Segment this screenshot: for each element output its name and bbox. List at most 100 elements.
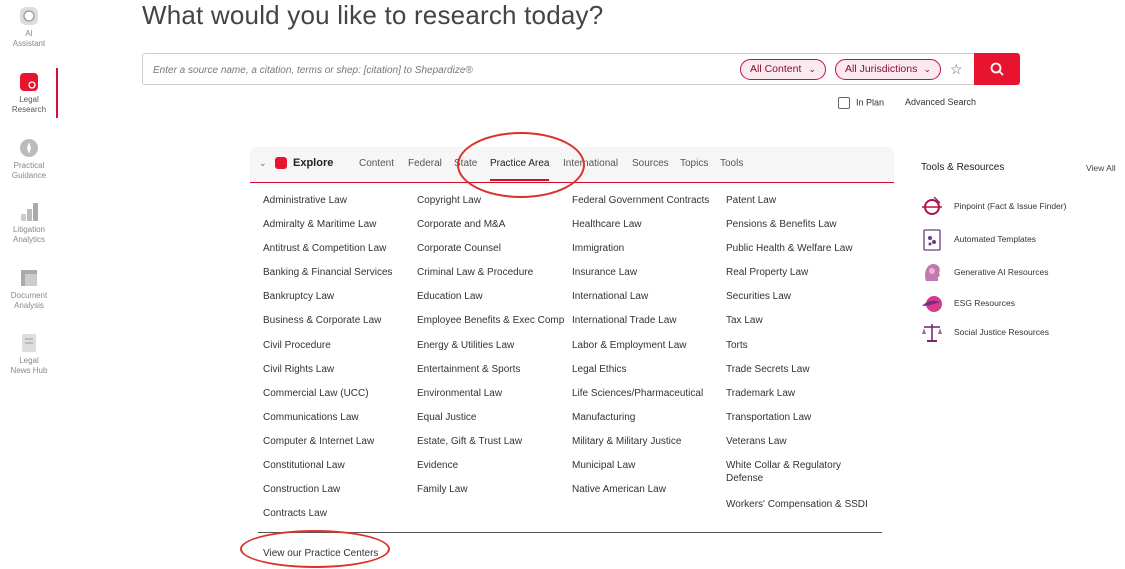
practice-area-link[interactable]: Contracts Law	[263, 507, 411, 531]
view-all-link[interactable]: View All	[1086, 163, 1116, 173]
search-button[interactable]	[974, 53, 1020, 85]
tab-international[interactable]: International	[563, 158, 618, 169]
practice-area-link[interactable]: Transportation Law	[726, 411, 874, 435]
practice-area-link[interactable]: International Law	[572, 290, 720, 314]
practice-area-link[interactable]: Civil Rights Law	[263, 363, 411, 387]
practice-area-link[interactable]: Constitutional Law	[263, 459, 411, 483]
practice-area-link[interactable]: Antitrust & Competition Law	[263, 242, 411, 266]
practice-area-link[interactable]: Communications Law	[263, 411, 411, 435]
practice-area-link[interactable]: Trademark Law	[726, 387, 874, 411]
practice-area-link[interactable]: Energy & Utilities Law	[417, 339, 565, 363]
chevron-down-icon: ⌄	[923, 64, 931, 74]
tool-label: Automated Templates	[954, 234, 1037, 244]
practice-area-link[interactable]: Environmental Law	[417, 387, 565, 411]
practice-area-link[interactable]: Insurance Law	[572, 266, 720, 290]
tab-practice-area[interactable]: Practice Area	[490, 158, 550, 181]
practice-area-link[interactable]: Public Health & Welfare Law	[726, 242, 874, 266]
tool-label: Social Justice Resources	[954, 327, 1049, 337]
rail-item-practical-guidance[interactable]: Practical Guidance	[0, 138, 58, 181]
practice-area-link[interactable]: Employee Benefits & Exec Comp	[417, 314, 565, 338]
rail-label: Document	[10, 291, 48, 300]
templates-icon	[923, 229, 941, 251]
analytics-bars-icon	[21, 203, 38, 221]
practice-area-link[interactable]: Workers' Compensation & SSDI	[726, 498, 874, 522]
jurisdiction-filter-dropdown[interactable]: All Jurisdictions ⌄	[835, 59, 941, 80]
practice-area-link[interactable]: Federal Government Contracts	[572, 194, 720, 218]
practice-area-link[interactable]: Trade Secrets Law	[726, 363, 874, 387]
rail-item-litigation-analytics[interactable]: Litigation Analytics	[0, 202, 58, 245]
practice-area-link[interactable]: White Collar & Regulatory Defense	[726, 459, 874, 498]
tab-content[interactable]: Content	[359, 158, 394, 169]
rail-item-ai-assistant[interactable]: AI Assistant	[0, 6, 58, 49]
tab-sources[interactable]: Sources	[632, 158, 669, 169]
explore-title: Explore	[293, 157, 334, 169]
practice-area-link[interactable]: Corporate and M&A	[417, 218, 565, 242]
practice-area-link[interactable]: Real Property Law	[726, 266, 874, 290]
practice-area-link[interactable]: Legal Ethics	[572, 363, 720, 387]
tab-state[interactable]: State	[454, 158, 477, 169]
rail-item-legal-news-hub[interactable]: Legal News Hub	[0, 333, 58, 376]
practice-area-link[interactable]: Entertainment & Sports	[417, 363, 565, 387]
practice-area-link[interactable]: Commercial Law (UCC)	[263, 387, 411, 411]
search-icon	[990, 62, 1004, 76]
practice-area-link[interactable]: Pensions & Benefits Law	[726, 218, 874, 242]
practice-area-link[interactable]: Equal Justice	[417, 411, 565, 435]
practice-area-link[interactable]: Labor & Employment Law	[572, 339, 720, 363]
practice-area-link[interactable]: Administrative Law	[263, 194, 411, 218]
esg-icon	[922, 296, 942, 312]
practice-area-link[interactable]: Construction Law	[263, 483, 411, 507]
practice-area-link[interactable]: Education Law	[417, 290, 565, 314]
tool-label: Pinpoint (Fact & Issue Finder)	[954, 201, 1067, 211]
practice-area-link[interactable]: Manufacturing	[572, 411, 720, 435]
star-icon[interactable]: ☆	[950, 61, 963, 78]
practice-area-link[interactable]: Banking & Financial Services	[263, 266, 411, 290]
practice-area-link[interactable]: Business & Corporate Law	[263, 314, 411, 338]
practice-area-link[interactable]: Computer & Internet Law	[263, 435, 411, 459]
practice-area-link[interactable]: Bankruptcy Law	[263, 290, 411, 314]
practice-area-link[interactable]: Veterans Law	[726, 435, 874, 459]
rail-label: News Hub	[10, 366, 48, 375]
pinpoint-icon	[922, 196, 942, 215]
explore-logo-icon	[275, 157, 287, 169]
practice-area-link[interactable]: Native American Law	[572, 483, 720, 507]
ai-assistant-icon	[20, 7, 38, 25]
tab-tools[interactable]: Tools	[720, 158, 743, 169]
practice-area-link[interactable]: Admiralty & Maritime Law	[263, 218, 411, 242]
practice-area-link[interactable]: Family Law	[417, 483, 565, 507]
rail-label: Analysis	[14, 301, 44, 310]
rail-label: Research	[11, 105, 47, 114]
practice-area-link[interactable]: Municipal Law	[572, 459, 720, 483]
practice-area-column: Federal Government Contracts Healthcare L…	[572, 194, 720, 507]
practice-area-link[interactable]: Immigration	[572, 242, 720, 266]
practice-area-column: Copyright Law Corporate and M&A Corporate …	[417, 194, 565, 507]
rail-label: Analytics	[12, 235, 45, 244]
tab-topics[interactable]: Topics	[680, 158, 708, 169]
search-bar: All Content ⌄ All Jurisdictions ⌄ ☆	[142, 53, 1020, 85]
rail-item-document-analysis[interactable]: Document Analysis	[0, 268, 58, 311]
practice-area-link[interactable]: Securities Law	[726, 290, 874, 314]
practice-area-link[interactable]: Evidence	[417, 459, 565, 483]
chevron-down-icon[interactable]: ⌄	[259, 158, 267, 169]
practice-area-link[interactable]: Healthcare Law	[572, 218, 720, 242]
advanced-search-link[interactable]: Advanced Search	[905, 97, 976, 107]
practice-area-link[interactable]: Tax Law	[726, 314, 874, 338]
in-plan-checkbox[interactable]: In Plan	[838, 97, 884, 109]
practice-area-link[interactable]: Military & Military Justice	[572, 435, 720, 459]
practice-area-column: Patent Law Pensions & Benefits Law Public …	[726, 194, 874, 522]
practice-area-link[interactable]: Patent Law	[726, 194, 874, 218]
practice-area-link[interactable]: Copyright Law	[417, 194, 565, 218]
practice-area-link[interactable]: Life Sciences/Pharmaceutical	[572, 387, 720, 411]
explore-panel: ⌄ Explore Content Federal State Practice…	[250, 147, 894, 569]
practice-centers-link[interactable]: View our Practice Centers	[263, 548, 378, 559]
checkbox-box[interactable]	[838, 97, 850, 109]
practice-area-link[interactable]: Corporate Counsel	[417, 242, 565, 266]
practice-area-link[interactable]: Criminal Law & Procedure	[417, 266, 565, 290]
practice-area-link[interactable]: International Trade Law	[572, 314, 720, 338]
practice-area-link[interactable]: Estate, Gift & Trust Law	[417, 435, 565, 459]
tab-federal[interactable]: Federal	[408, 158, 442, 169]
practice-area-link[interactable]: Torts	[726, 339, 874, 363]
content-filter-dropdown[interactable]: All Content ⌄	[740, 59, 826, 80]
search-input[interactable]	[153, 62, 733, 78]
practice-area-link[interactable]: Civil Procedure	[263, 339, 411, 363]
rail-item-legal-research[interactable]: Legal Research	[0, 72, 58, 115]
